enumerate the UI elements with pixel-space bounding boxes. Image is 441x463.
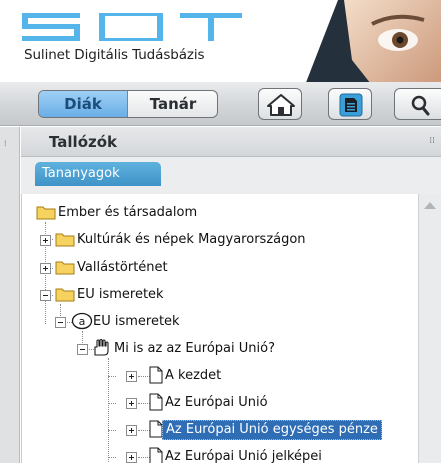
page-icon bbox=[149, 447, 163, 463]
collapse-toggle[interactable] bbox=[40, 290, 51, 301]
tree-item-label: EU ismeretek bbox=[93, 314, 180, 329]
tree-item-label: Az Európai Unió bbox=[165, 395, 268, 410]
content-tree: Ember és társadalom Kultúrák és népek Ma… bbox=[21, 194, 418, 463]
expand-toggle[interactable] bbox=[126, 398, 137, 409]
document-icon bbox=[339, 93, 363, 117]
tree-item-label: A kezdet bbox=[165, 368, 222, 383]
tree-item[interactable]: Kultúrák és népek Magyarországon bbox=[40, 229, 370, 251]
page-icon bbox=[149, 420, 163, 438]
tree-item[interactable]: a EU ismeretek bbox=[55, 311, 255, 333]
folder-icon bbox=[55, 261, 75, 275]
tree-item[interactable]: Ember és társadalom bbox=[36, 202, 256, 224]
document-button[interactable] bbox=[328, 88, 372, 120]
role-switcher: Diák Tanár bbox=[38, 90, 218, 118]
tree-item-label: Kultúrák és népek Magyarországon bbox=[77, 232, 306, 247]
header-photo bbox=[306, 0, 441, 82]
toolbar: Diák Tanár bbox=[0, 82, 441, 126]
side-collapse-strip[interactable]: ⁞ bbox=[0, 127, 20, 463]
folder-icon bbox=[55, 233, 75, 247]
tree-item[interactable]: A kezdet bbox=[126, 365, 246, 387]
sdt-logo bbox=[22, 13, 242, 41]
tab-tananyagok[interactable]: Tananyagok bbox=[35, 162, 161, 186]
tab-tanar[interactable]: Tanár bbox=[129, 91, 217, 117]
tab-diak[interactable]: Diák bbox=[39, 91, 128, 117]
tree-item[interactable]: Vallástörténet bbox=[40, 257, 240, 279]
page-icon bbox=[149, 393, 163, 411]
collapse-toggle[interactable] bbox=[77, 344, 88, 355]
tagline: Sulinet Digitális Tudásbázis bbox=[24, 47, 205, 63]
expand-toggle[interactable] bbox=[126, 425, 137, 436]
lesson-hand-icon bbox=[94, 339, 109, 356]
tree-connector bbox=[108, 358, 109, 463]
tree-item[interactable]: Mi is az az Európai Unió? bbox=[77, 338, 337, 360]
panel-header: Tallózók ⁞⁞ bbox=[21, 127, 441, 157]
tree-connector bbox=[108, 457, 116, 458]
expand-toggle[interactable] bbox=[126, 371, 137, 382]
tree-item-label: EU ismeretek bbox=[77, 287, 164, 302]
tree-item[interactable]: Az Európai Unió bbox=[126, 392, 306, 414]
tree-item-label: Az Európai Unió egységes pénze bbox=[162, 420, 382, 440]
folder-icon bbox=[36, 206, 56, 220]
tree-connector bbox=[108, 430, 116, 431]
search-icon bbox=[411, 95, 430, 116]
module-icon: a bbox=[71, 312, 93, 330]
collapse-toggle[interactable] bbox=[55, 317, 66, 328]
svg-text:a: a bbox=[79, 315, 86, 328]
panel-title: Tallózók bbox=[49, 133, 118, 151]
scroll-up-arrow-icon[interactable] bbox=[424, 202, 436, 209]
tree-item[interactable]: Az Európai Unió jelképei bbox=[126, 446, 356, 463]
subtab-row: Tananyagok bbox=[21, 157, 441, 194]
folder-icon bbox=[55, 288, 75, 302]
tree-scrollbar[interactable] bbox=[418, 194, 441, 463]
home-button[interactable] bbox=[258, 88, 302, 120]
resize-grip-icon[interactable]: ⁞⁞ bbox=[429, 136, 435, 146]
tree-item-selected[interactable]: Az Európai Unió egységes pénze bbox=[126, 419, 418, 441]
tree-item-label: Vallástörténet bbox=[77, 260, 168, 275]
app-header: Sulinet Digitális Tudásbázis bbox=[0, 0, 441, 82]
tree-item-label: Mi is az az Európai Unió? bbox=[114, 341, 275, 356]
expand-toggle[interactable] bbox=[126, 452, 137, 463]
tree-item[interactable]: EU ismeretek bbox=[40, 284, 240, 306]
tree-item-label: Az Európai Unió jelképei bbox=[165, 449, 322, 463]
tree-connector bbox=[108, 403, 116, 404]
tree-connector bbox=[108, 376, 116, 377]
grip-icon: ⁞ bbox=[4, 139, 7, 148]
search-button[interactable] bbox=[394, 88, 441, 120]
tree-item-label: Ember és társadalom bbox=[58, 205, 198, 220]
expand-toggle[interactable] bbox=[40, 235, 51, 246]
expand-toggle[interactable] bbox=[40, 263, 51, 274]
home-icon bbox=[267, 94, 295, 116]
page-icon bbox=[149, 366, 163, 384]
